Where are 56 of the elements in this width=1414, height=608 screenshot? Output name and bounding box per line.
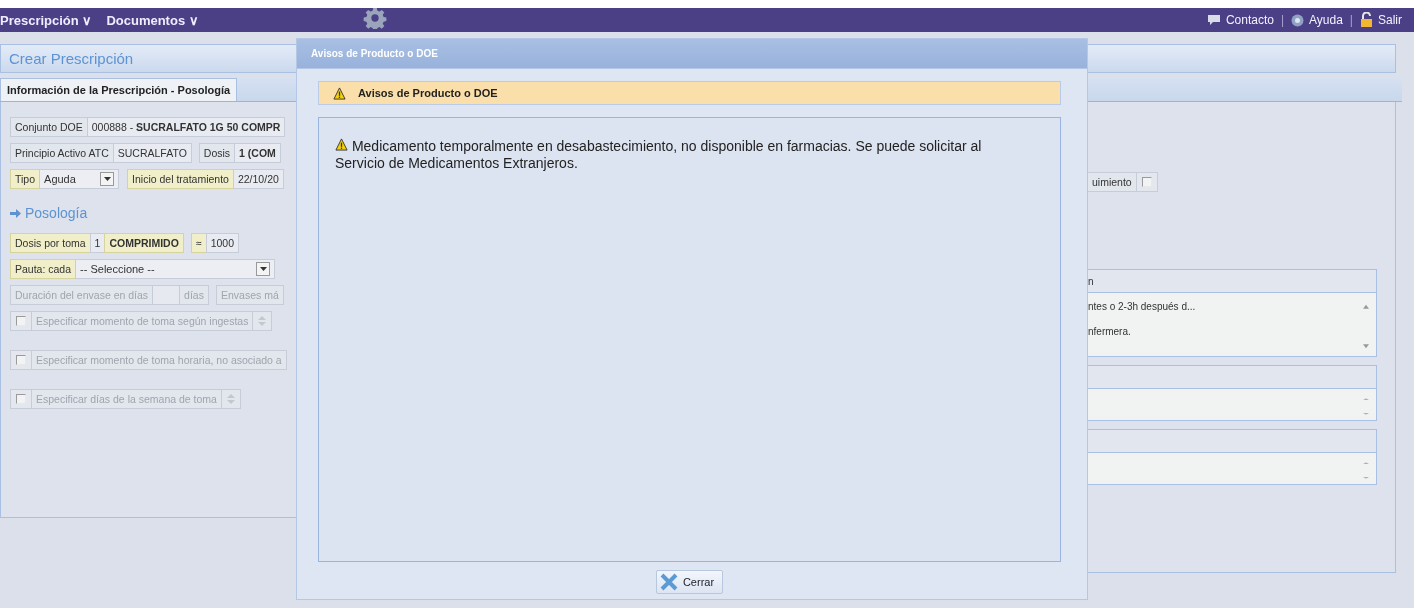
text-area[interactable]: ntes o 2-3h después d... nfermera.: [1088, 293, 1377, 357]
select-field[interactable]: -- Seleccione --: [75, 259, 276, 279]
page-header: Crear Prescripción: [0, 44, 296, 73]
header-link[interactable]: Salir: [1378, 13, 1402, 27]
field-value: 1 (COM: [234, 143, 281, 163]
scroll-arrows-icon[interactable]: [1362, 397, 1370, 416]
warning-message: Medicamento temporalmente en desabastecimiento, no disponible en farmacias. Se puede solicitar al Servicio de Medicamentos Extranjeros.: [335, 138, 983, 172]
checkbox[interactable]: [1141, 177, 1152, 187]
field-value: SUCRALFATO: [112, 143, 192, 163]
text-area[interactable]: [1088, 389, 1377, 421]
header-link[interactable]: Ayuda: [1309, 13, 1343, 27]
close-icon: [658, 572, 679, 592]
field-label: Tipo: [10, 169, 41, 189]
field-label: ≈: [190, 233, 207, 253]
field-label: Dosis: [198, 143, 236, 163]
field-label: Pauta: cada: [10, 259, 77, 279]
separator: |: [1349, 13, 1353, 27]
field-label: Especificar momento de toma horaria, no asociado a: [31, 350, 287, 370]
chat-icon: [1206, 14, 1221, 26]
field-label: Conjunto DOE: [10, 117, 88, 137]
dialog-title: Avisos de Producto o DOE: [311, 48, 438, 59]
field-label: días: [179, 285, 209, 305]
field-value: 1000: [205, 233, 239, 253]
text-area[interactable]: [1088, 453, 1377, 485]
field-label: COMPRIMIDO: [104, 233, 184, 253]
warning-icon: [333, 86, 346, 100]
help-icon: [1291, 13, 1305, 27]
dropdown-arrow-icon: [103, 177, 111, 181]
separator: |: [1280, 13, 1285, 27]
menu-item[interactable]: Documentos ∨: [106, 12, 199, 28]
field-label: uimiento: [1088, 172, 1137, 192]
field-label: Principio Activo ATC: [10, 143, 114, 163]
dropdown-arrow-icon: [259, 267, 267, 271]
field-label: Envases má: [215, 285, 284, 305]
field-label: Especificar días de la semana de toma: [31, 389, 222, 409]
text-line: ntes o 2-3h después d...: [1088, 301, 1196, 312]
field-label: Inicio del tratamiento: [127, 169, 234, 189]
header-link[interactable]: Contacto: [1225, 13, 1274, 27]
field-value: 000888 - SUCRALFATO 1G 50 COMPR: [86, 117, 286, 137]
arrow-icon: [10, 208, 21, 218]
warning-title: Avisos de Producto o DOE: [358, 87, 498, 99]
field-label: Duración del envase en días: [10, 285, 154, 305]
field-label: Especificar momento de toma según ingestas: [31, 311, 254, 331]
field-value: 22/10/20: [232, 169, 284, 189]
tab[interactable]: Información de la Prescripción - Posología: [0, 78, 238, 101]
section-title: Posología: [25, 205, 88, 221]
menu-item[interactable]: Prescripción ∨: [0, 12, 93, 28]
warning-icon: [335, 138, 348, 151]
select-field[interactable]: Aguda: [39, 169, 120, 189]
field-label: Dosis por toma: [10, 233, 91, 253]
section-header-text: n: [1088, 275, 1094, 287]
gear-icon[interactable]: [362, 7, 387, 29]
text-line: nfermera.: [1088, 326, 1132, 337]
scroll-arrows-icon[interactable]: [1362, 461, 1370, 480]
close-button[interactable]: Cerrar: [655, 570, 724, 594]
padlock-icon: [1360, 12, 1373, 28]
